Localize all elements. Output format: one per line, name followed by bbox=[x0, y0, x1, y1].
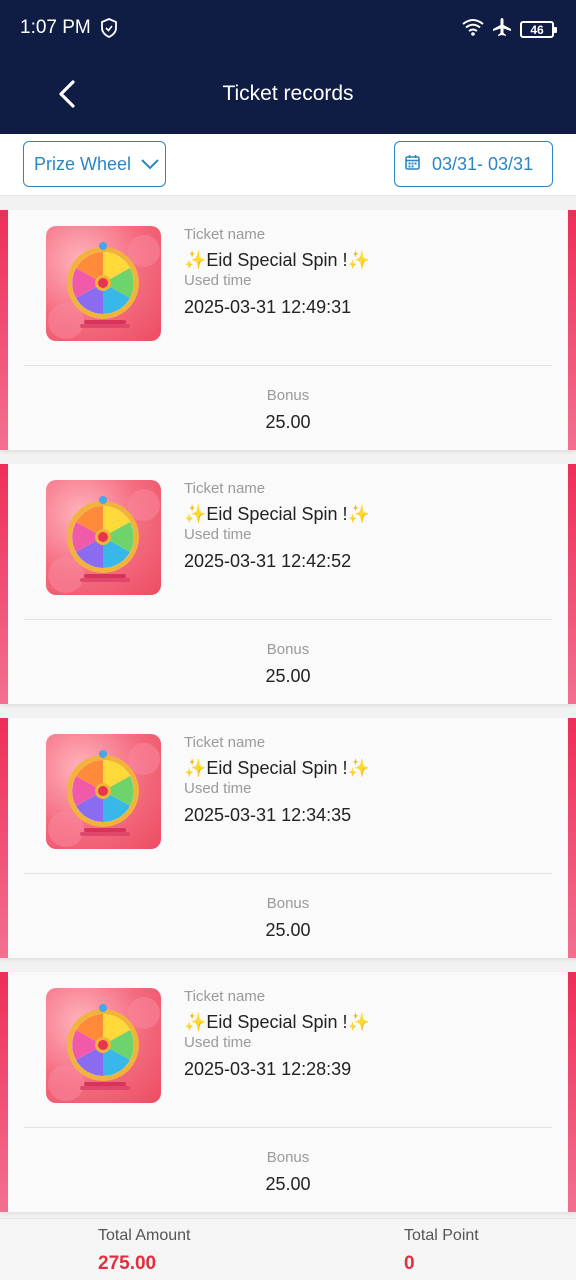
ticket-name-value: ✨Eid Special Spin !✨ bbox=[184, 250, 370, 270]
used-time-value: 2025-03-31 12:34:35 bbox=[184, 805, 352, 825]
status-icons: 46 bbox=[462, 17, 557, 42]
ticket-record-card[interactable]: Ticket name ✨Eid Special Spin !✨ Used ti… bbox=[0, 210, 576, 450]
prize-wheel-icon bbox=[46, 480, 161, 595]
airplane-icon bbox=[492, 17, 512, 42]
bonus-value: 25.00 bbox=[265, 1174, 311, 1194]
used-time-label: Used time bbox=[184, 272, 252, 289]
card-divider bbox=[24, 365, 552, 366]
prize-wheel-icon bbox=[46, 226, 161, 341]
total-point-value: 0 bbox=[404, 1253, 415, 1274]
total-amount-label: Total Amount bbox=[98, 1227, 191, 1244]
date-range-picker[interactable]: 03/31- 03/31 bbox=[394, 141, 553, 187]
bonus-value: 25.00 bbox=[265, 920, 311, 940]
app-header: 1:07 PM 46 Ticket records bbox=[0, 0, 576, 134]
page-title: Ticket records bbox=[222, 82, 354, 105]
used-time-value: 2025-03-31 12:49:31 bbox=[184, 297, 352, 317]
calendar-icon bbox=[405, 154, 420, 175]
card-divider bbox=[24, 1127, 552, 1128]
status-time: 1:07 PM bbox=[20, 17, 91, 38]
bonus-label: Bonus bbox=[266, 1149, 310, 1166]
used-time-value: 2025-03-31 12:42:52 bbox=[184, 551, 352, 571]
ticket-name-value: ✨Eid Special Spin !✨ bbox=[184, 504, 370, 524]
date-range-label: 03/31- 03/31 bbox=[432, 153, 534, 174]
ticket-name-label: Ticket name bbox=[184, 480, 266, 497]
card-divider bbox=[24, 619, 552, 620]
shield-icon bbox=[100, 18, 118, 43]
used-time-label: Used time bbox=[184, 1034, 252, 1051]
bonus-label: Bonus bbox=[266, 387, 310, 404]
ticket-name-value: ✨Eid Special Spin !✨ bbox=[184, 1012, 370, 1032]
ticket-record-card[interactable]: Ticket name ✨Eid Special Spin !✨ Used ti… bbox=[0, 972, 576, 1212]
ticket-name-label: Ticket name bbox=[184, 988, 266, 1005]
used-time-label: Used time bbox=[184, 526, 252, 543]
battery-icon: 46 bbox=[520, 21, 557, 38]
ticket-name-label: Ticket name bbox=[184, 226, 266, 243]
status-bar: 1:07 PM 46 bbox=[0, 0, 576, 58]
totals-footer: Total Amount 275.00 Total Point 0 bbox=[0, 1218, 576, 1280]
total-amount-value: 275.00 bbox=[98, 1253, 157, 1274]
bonus-label: Bonus bbox=[266, 641, 310, 658]
bonus-value: 25.00 bbox=[265, 666, 311, 686]
category-dropdown[interactable]: Prize Wheel bbox=[23, 141, 166, 187]
prize-wheel-icon bbox=[46, 734, 161, 849]
ticket-record-card[interactable]: Ticket name ✨Eid Special Spin !✨ Used ti… bbox=[0, 718, 576, 958]
prize-wheel-icon bbox=[46, 988, 161, 1103]
bonus-label: Bonus bbox=[266, 895, 310, 912]
used-time-label: Used time bbox=[184, 780, 252, 797]
card-divider bbox=[24, 873, 552, 874]
ticket-name-value: ✨Eid Special Spin !✨ bbox=[184, 758, 370, 778]
used-time-value: 2025-03-31 12:28:39 bbox=[184, 1059, 352, 1079]
wifi-icon bbox=[462, 18, 484, 41]
bonus-value: 25.00 bbox=[265, 412, 311, 432]
filter-bar: Prize Wheel 03/31- 03/31 bbox=[0, 134, 576, 196]
ticket-record-card[interactable]: Ticket name ✨Eid Special Spin !✨ Used ti… bbox=[0, 464, 576, 704]
ticket-name-label: Ticket name bbox=[184, 734, 266, 751]
chevron-down-icon bbox=[141, 154, 159, 175]
category-dropdown-label: Prize Wheel bbox=[34, 153, 132, 174]
total-point-label: Total Point bbox=[404, 1227, 479, 1244]
